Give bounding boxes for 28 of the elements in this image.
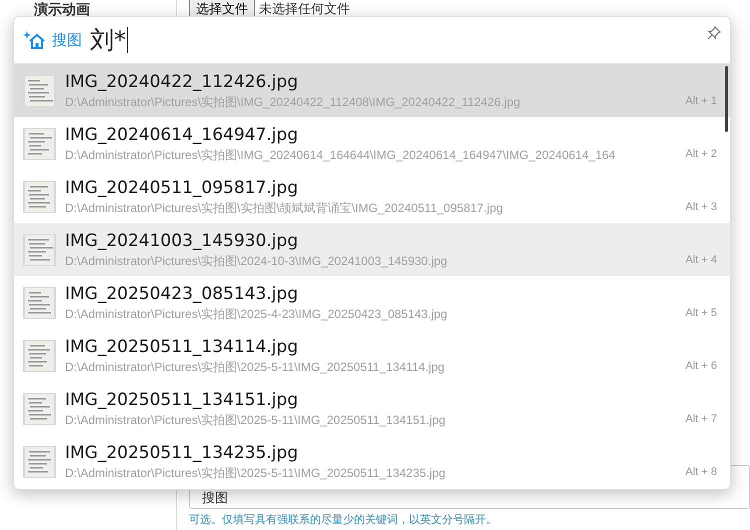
file-name: IMG_20240614_164947.jpg (65, 124, 299, 146)
file-path: D:\Administrator\Pictures\实拍图\2025-5-11\IMG_20250511_134151.jpg (65, 412, 446, 428)
app-name: 搜图 (52, 30, 82, 51)
shortcut-hint: Alt + 5 (686, 306, 717, 320)
file-path: D:\Administrator\Pictures\实拍图\2024-10-3\IMG_20241003_145930.jpg (65, 252, 448, 270)
file-status: 未选择任何文件 (259, 1, 350, 20)
file-path: D:\Administrator\Pictures\实拍图\IMG_20240422_112408\IMG_20240422_112426.jpg (65, 94, 522, 110)
file-name: IMG_20250423_085143.jpg (65, 282, 299, 304)
keyword-hint: 可选。仅填写具有强联系的尽量少的关键词，以英文分号隔开。 (189, 512, 498, 528)
file-path: D:\Administrator\Pictures\实拍图\IMG_20240614_164644\IMG_20240614_164947\IMG_20240614_164 (65, 146, 616, 164)
file-name: IMG_20240422_112426.jpg (65, 70, 299, 92)
shortcut-hint: Alt + 2 (686, 146, 717, 162)
file-name: IMG_20250511_134235.jpg (65, 442, 299, 464)
file-name: IMG_20250511_134151.jpg (65, 388, 299, 410)
file-path: D:\Administrator\Pictures\实拍图\2025-4-23\IMG_20250423_085143.jpg (65, 306, 448, 322)
file-name: IMG_20240511_095817.jpg (65, 176, 299, 198)
shortcut-hint: Alt + 4 (686, 252, 717, 268)
shortcut-hint: Alt + 3 (686, 200, 717, 214)
shortcut-hint: Alt + 8 (686, 464, 717, 480)
shortcut-hint: Alt + 7 (686, 412, 717, 426)
file-path: D:\Administrator\Pictures\实拍图\2025-5-11\IMG_20250511_134114.jpg (65, 358, 446, 376)
section-label: 演示动画 (34, 2, 90, 18)
file-path: D:\Administrator\Pictures\实拍图\2025-5-11\IMG_20250511_134235.jpg (65, 464, 446, 482)
shortcut-hint: Alt + 6 (686, 358, 717, 374)
file-path: D:\Administrator\Pictures\实拍图\实拍图\颉斌斌背诵宝\IMG_20240511_095817.jpg (65, 200, 504, 216)
file-name: IMG_20250511_134114.jpg (65, 336, 299, 358)
file-name: IMG_20241003_145930.jpg (65, 230, 299, 252)
shortcut-hint: Alt + 1 (686, 94, 717, 108)
